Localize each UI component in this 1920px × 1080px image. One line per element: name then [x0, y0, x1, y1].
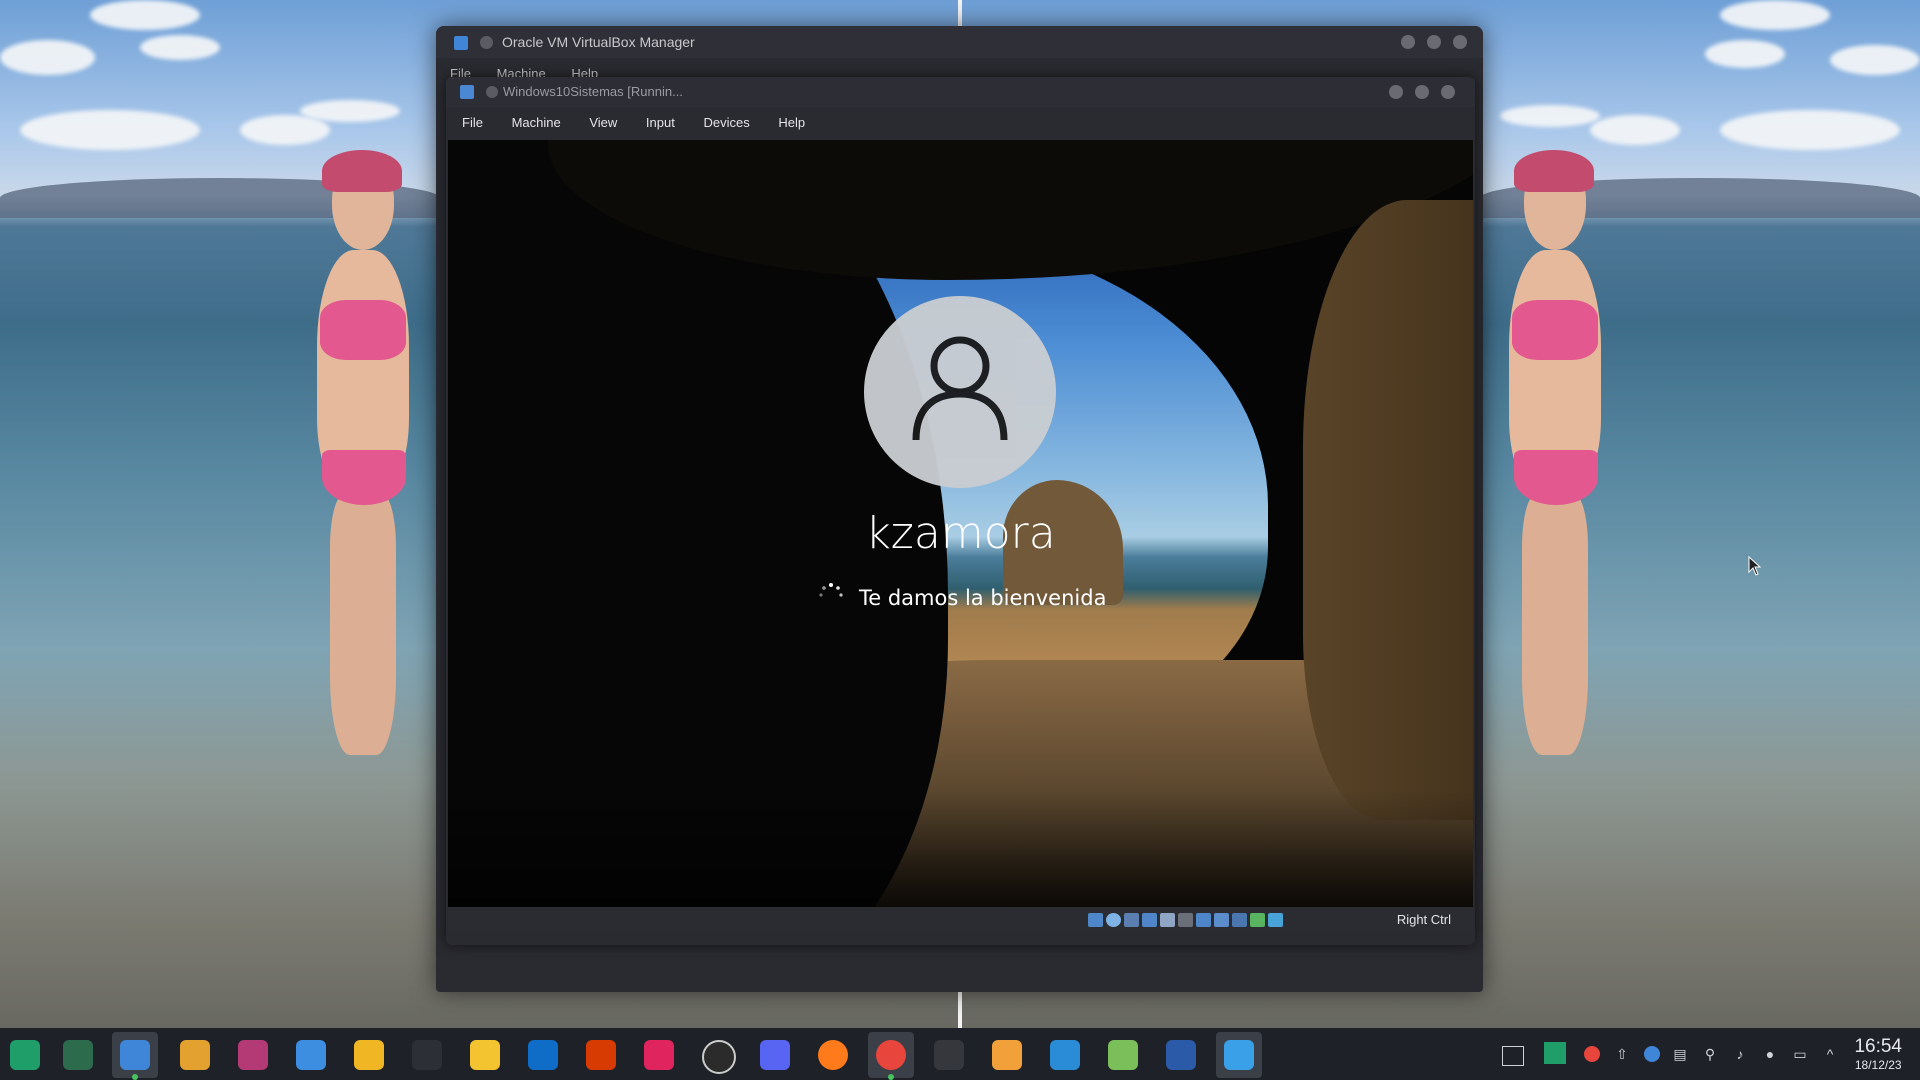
username: kzamora — [865, 508, 1056, 559]
vm-close-button[interactable] — [1441, 85, 1455, 99]
chevron-up-icon[interactable]: ^ — [1822, 1046, 1838, 1062]
user-icon — [912, 336, 1008, 441]
vm-menu-view[interactable]: View — [585, 115, 621, 130]
usb-icon[interactable] — [1160, 913, 1175, 927]
audio-icon[interactable] — [1124, 913, 1139, 927]
taskbar: ⇧ ▤ ⚲ ♪ ● ▭ ^ 16:54 18/12/23 — [0, 1028, 1920, 1080]
pin-icon[interactable] — [486, 86, 498, 98]
vm-menu-machine[interactable]: Machine — [508, 115, 565, 130]
vm-maximize-button[interactable] — [1415, 85, 1429, 99]
clock-time: 16:54 — [1854, 1036, 1902, 1057]
files-icon[interactable] — [470, 1040, 500, 1070]
cpu-icon[interactable] — [1232, 913, 1247, 927]
pin-icon[interactable] — [480, 36, 493, 49]
loading-spinner-icon — [819, 583, 843, 597]
vm-status-bar: Right Ctrl — [448, 907, 1473, 933]
updates-icon[interactable]: ⇧ — [1614, 1046, 1630, 1062]
firefox-icon[interactable] — [818, 1040, 848, 1070]
notes-icon[interactable] — [296, 1040, 326, 1070]
vscode-icon[interactable] — [1050, 1040, 1080, 1070]
welcome-message: Te damos la bienvenida — [859, 586, 1107, 610]
obs-icon[interactable] — [702, 1040, 736, 1074]
video-capture-icon[interactable] — [1214, 913, 1229, 927]
media-player-icon[interactable] — [644, 1040, 674, 1070]
system-clock[interactable]: 16:54 18/12/23 — [1854, 1036, 1902, 1072]
info-icon[interactable] — [1644, 1046, 1660, 1062]
status-indicators — [1088, 913, 1283, 927]
running-indicator — [132, 1074, 138, 1080]
close-button[interactable] — [1453, 35, 1467, 49]
vm-window-title: Windows10Sistemas [Runnin... — [503, 84, 683, 99]
mouse-integration-icon[interactable] — [1268, 913, 1283, 927]
show-desktop-icon[interactable] — [1502, 1046, 1524, 1066]
minimize-button[interactable] — [1401, 35, 1415, 49]
virtualbox-icon — [454, 36, 468, 50]
optical-drive-icon[interactable] — [1106, 913, 1121, 927]
wallpaper-figure-left — [292, 150, 432, 770]
running-indicator — [888, 1074, 894, 1080]
shared-folders-icon[interactable] — [1178, 913, 1193, 927]
network-tray-icon[interactable]: ▭ — [1792, 1046, 1808, 1062]
uploader-icon[interactable] — [412, 1040, 442, 1070]
vm-minimize-button[interactable] — [1389, 85, 1403, 99]
archive-manager-icon[interactable] — [992, 1040, 1022, 1070]
chrome-icon[interactable] — [876, 1040, 906, 1070]
hard-disk-icon[interactable] — [1088, 913, 1103, 927]
vm-menu-devices[interactable]: Devices — [699, 115, 753, 130]
office-icon[interactable] — [586, 1040, 616, 1070]
system-monitor-icon[interactable] — [63, 1040, 93, 1070]
display-icon[interactable] — [1196, 913, 1211, 927]
volume-icon[interactable]: ♪ — [1732, 1046, 1748, 1062]
vm-menu-file[interactable]: File — [458, 115, 487, 130]
virtualbox-vm-icon — [460, 85, 474, 99]
vm-menu-help[interactable]: Help — [774, 115, 809, 130]
network-icon[interactable] — [1142, 913, 1157, 927]
vm-menu-input[interactable]: Input — [642, 115, 679, 130]
app-launcher-icon[interactable] — [10, 1040, 40, 1070]
wallpaper-figure-right — [1484, 150, 1624, 770]
software-store-icon[interactable] — [180, 1040, 210, 1070]
virtualbox-taskbar-icon[interactable] — [120, 1040, 150, 1070]
image-viewer-icon[interactable] — [1224, 1040, 1254, 1070]
host-key-label: Right Ctrl — [1396, 912, 1451, 927]
file-manager-icon[interactable] — [354, 1040, 384, 1070]
discord-icon[interactable] — [760, 1040, 790, 1070]
guest-additions-icon[interactable] — [1250, 913, 1265, 927]
vm-title-bar[interactable]: Windows10Sistemas [Runnin... — [446, 77, 1475, 107]
manager-title-bar[interactable]: Oracle VM VirtualBox Manager — [436, 26, 1483, 58]
outlook-icon[interactable] — [528, 1040, 558, 1070]
location-icon[interactable]: ⚲ — [1702, 1046, 1718, 1062]
word-icon[interactable] — [1166, 1040, 1196, 1070]
user-avatar — [864, 296, 1056, 488]
manager-window-title: Oracle VM VirtualBox Manager — [502, 34, 695, 50]
chrome-tray-icon[interactable] — [1584, 1046, 1600, 1062]
clipboard-icon[interactable]: ▤ — [1672, 1046, 1688, 1062]
terminal-icon[interactable] — [934, 1040, 964, 1070]
guest-display[interactable]: kzamora Te damos la bienvenida — [448, 140, 1473, 907]
microphone-icon[interactable]: ● — [1762, 1046, 1778, 1062]
clock-date: 18/12/23 — [1854, 1058, 1902, 1072]
virtual-desktops-icon[interactable] — [1544, 1042, 1566, 1064]
maximize-button[interactable] — [1427, 35, 1441, 49]
package-icon[interactable] — [1108, 1040, 1138, 1070]
video-player-icon[interactable] — [238, 1040, 268, 1070]
vm-menu-bar: File Machine View Input Devices Help — [458, 115, 826, 130]
mouse-cursor-icon — [1748, 556, 1762, 576]
